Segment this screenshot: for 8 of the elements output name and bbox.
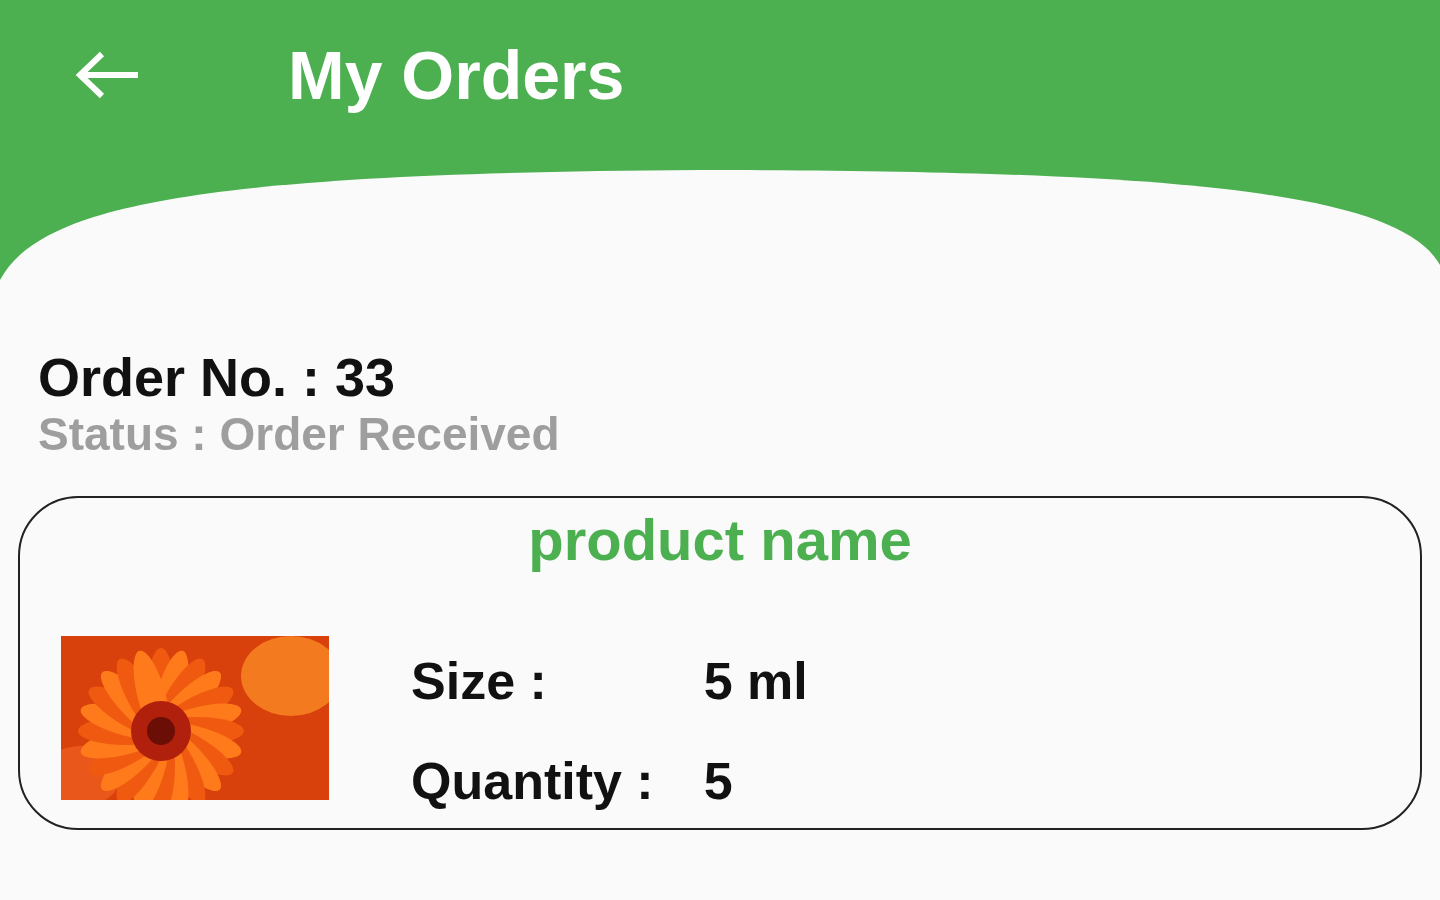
quantity-label: Quantity : [411, 751, 654, 812]
product-name: product name [528, 507, 912, 572]
size-value: 5 ml [703, 651, 808, 712]
order-status: Status : Order Received [38, 408, 561, 460]
size-label: Size : [411, 651, 548, 712]
page-title: My Orders [288, 36, 625, 114]
quantity-value: 5 [703, 751, 734, 812]
order-number: Order No. : 33 [38, 346, 397, 408]
